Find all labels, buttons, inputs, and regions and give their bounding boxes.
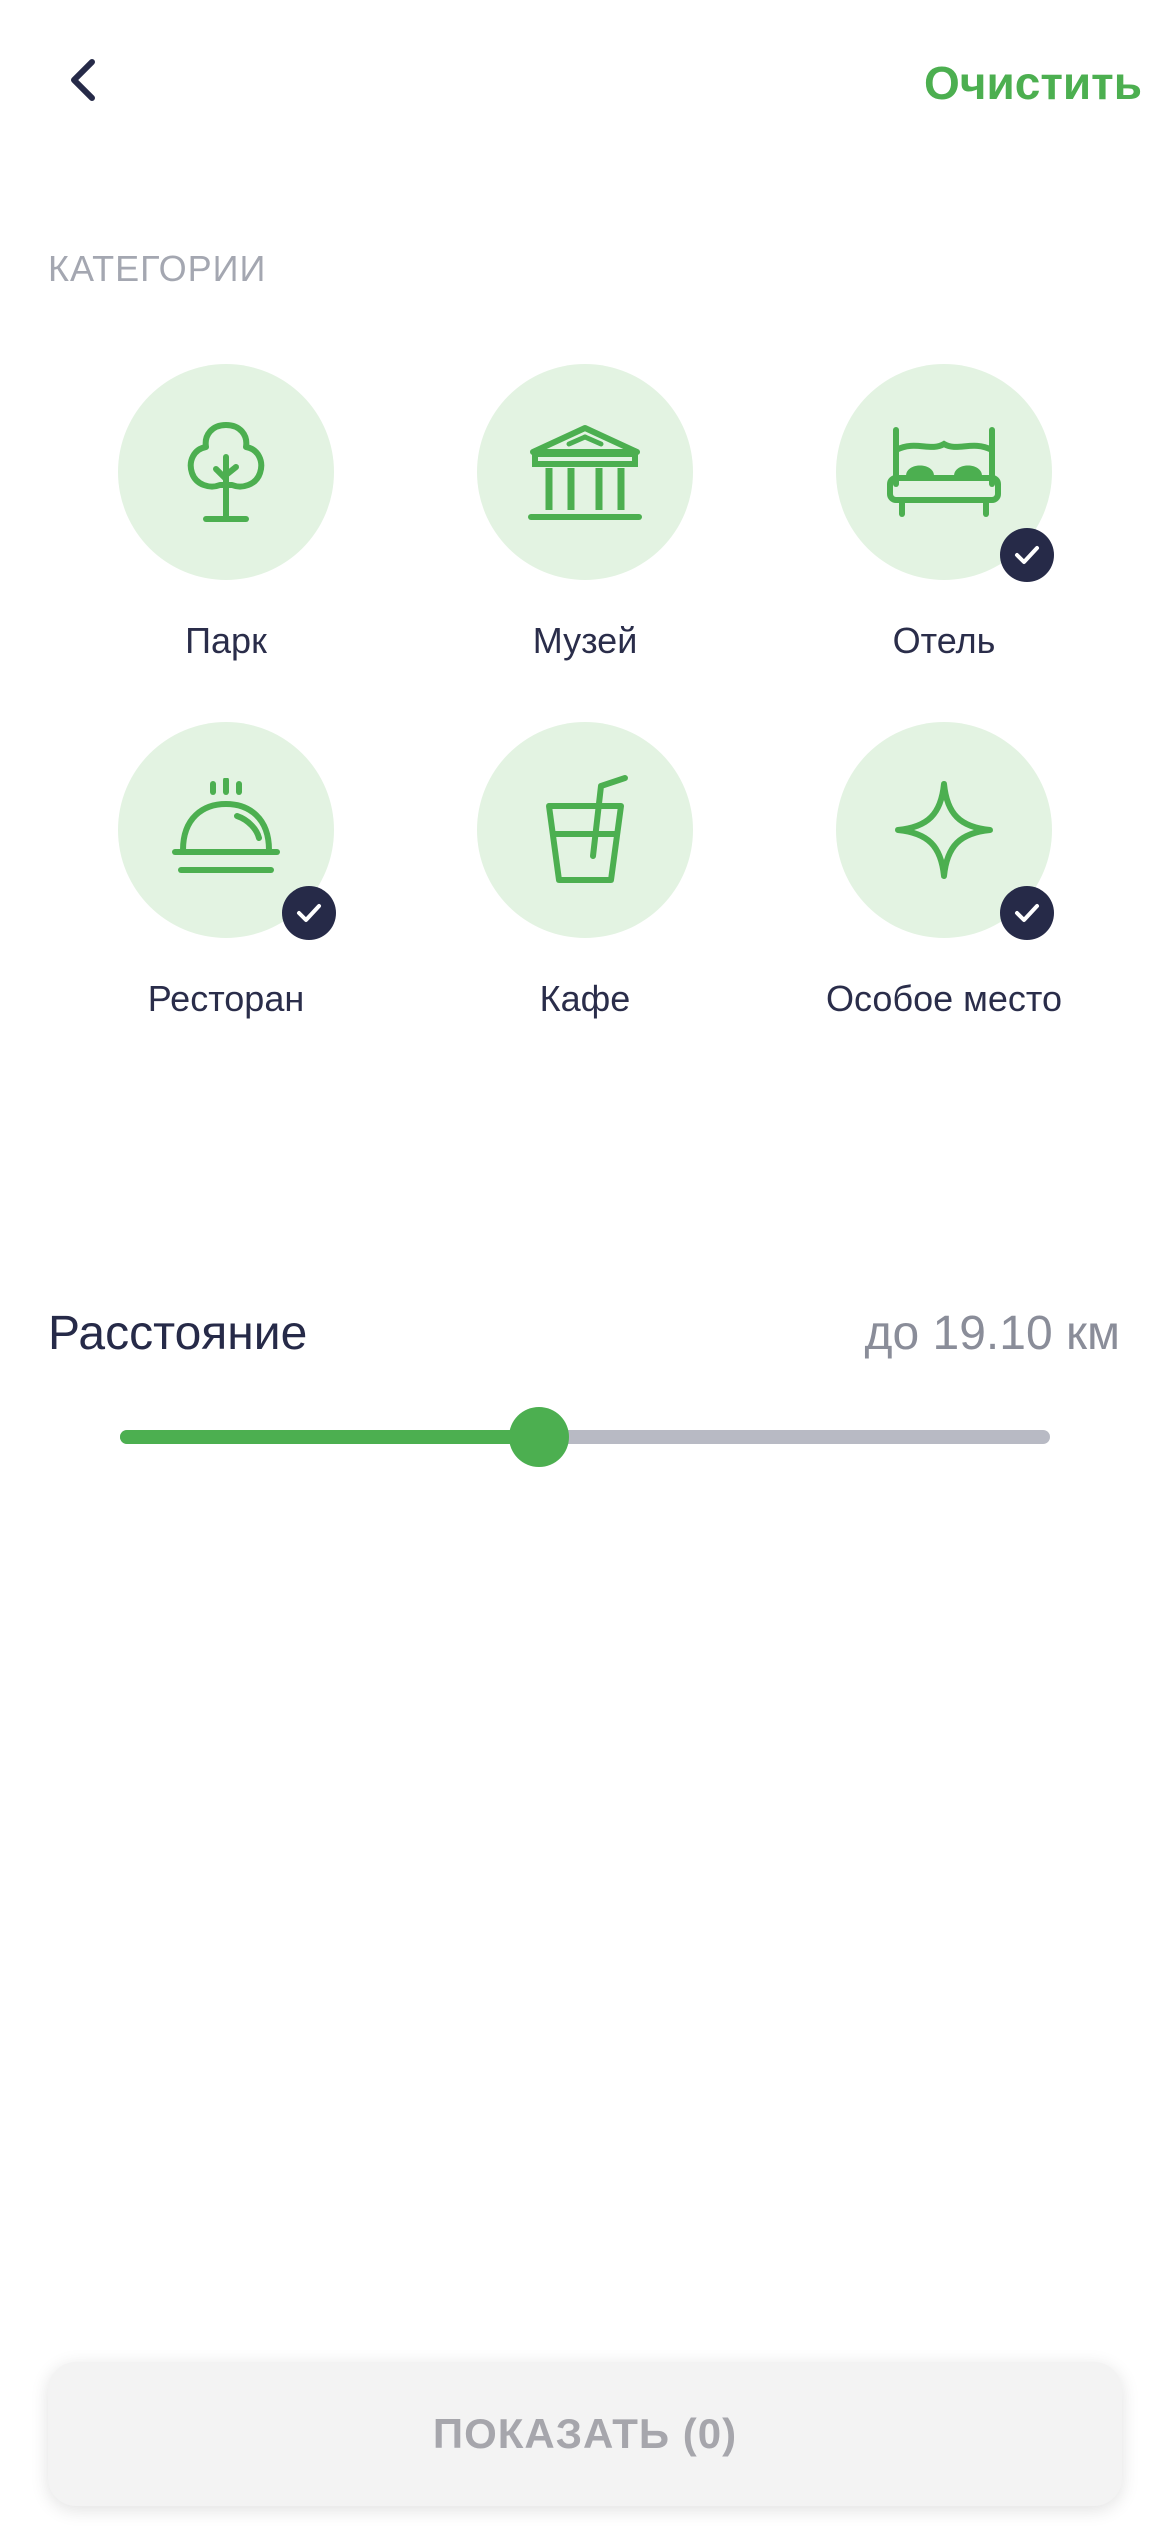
category-label: Ресторан: [147, 978, 305, 1019]
chevron-left-icon: [71, 59, 95, 101]
check-icon: [297, 904, 321, 922]
cloche-icon: [172, 778, 280, 873]
category-hotel[interactable]: Отель: [779, 364, 1109, 662]
categories-title: КАТЕГОРИИ: [48, 248, 267, 289]
check-icon: [1015, 904, 1039, 922]
category-icon-circle: [118, 364, 334, 580]
category-label: Парк: [185, 620, 267, 661]
selected-check-badge: [282, 886, 336, 940]
bed-icon: [887, 427, 1001, 517]
clear-button[interactable]: Очистить: [924, 56, 1142, 110]
distance-slider[interactable]: [120, 1407, 1050, 1467]
distance-label: Расстояние: [48, 1307, 308, 1360]
show-results-button[interactable]: ПОКАЗАТЬ (0): [48, 2362, 1122, 2506]
category-label: Кафе: [539, 978, 631, 1019]
back-button[interactable]: [56, 52, 112, 108]
distance-value: до 19.10 км: [864, 1307, 1121, 1360]
selected-check-badge: [1000, 886, 1054, 940]
category-label: Музей: [532, 620, 638, 661]
category-label: Отель: [892, 620, 996, 661]
category-icon-circle: [477, 364, 693, 580]
slider-fill: [120, 1430, 539, 1444]
drink-icon: [546, 775, 628, 883]
category-special-place[interactable]: Особое место: [779, 722, 1109, 1020]
sparkle-icon: [895, 781, 993, 879]
slider-thumb[interactable]: [508, 1407, 569, 1467]
category-icon-circle: [836, 364, 1054, 582]
category-icon-circle: [118, 722, 336, 940]
category-museum[interactable]: Музей: [420, 364, 750, 662]
category-icon-circle: [477, 722, 693, 938]
category-icon-circle: [836, 722, 1054, 940]
museum-icon: [528, 425, 642, 520]
category-label: Особое место: [826, 978, 1062, 1019]
category-park[interactable]: Парк: [61, 364, 391, 662]
check-icon: [1015, 546, 1039, 564]
category-cafe[interactable]: Кафе: [420, 722, 750, 1020]
category-restaurant[interactable]: Ресторан: [61, 722, 391, 1020]
tree-icon: [187, 422, 265, 522]
selected-check-badge: [1000, 528, 1054, 582]
